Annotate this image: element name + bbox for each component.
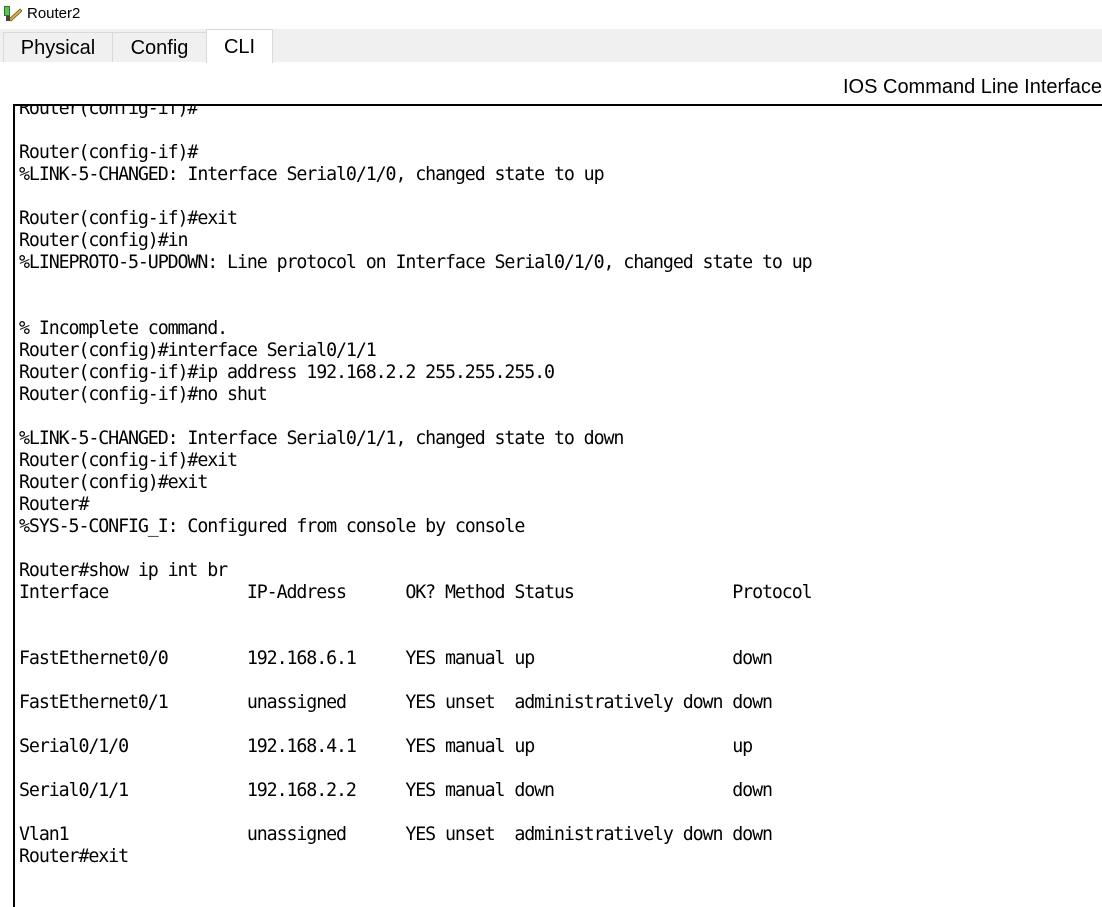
terminal-line: Router(config-if)#no shut bbox=[19, 384, 268, 405]
router-icon bbox=[4, 6, 22, 22]
terminal-output: Router(config-if)# Router(config-if)# %L… bbox=[19, 104, 813, 890]
terminal-line: Router(config)#exit bbox=[19, 472, 208, 493]
terminal-line: %LINK-5-CHANGED: Interface Serial0/1/0, … bbox=[19, 164, 605, 185]
terminal-line: Router(config)#interface Serial0/1/1 bbox=[19, 340, 377, 361]
terminal-line: Router#show ip int br bbox=[19, 560, 228, 581]
cli-heading: IOS Command Line Interface bbox=[842, 76, 1102, 98]
terminal-line: Interface IP-Address OK? Method Status P… bbox=[19, 582, 813, 603]
tab-physical[interactable]: Physical bbox=[3, 32, 113, 62]
cli-terminal[interactable]: Router(config-if)# Router(config-if)# %L… bbox=[13, 104, 1102, 907]
terminal-line: Serial0/1/1 192.168.2.2 YES manual down … bbox=[19, 780, 773, 801]
terminal-line: Router#exit bbox=[19, 846, 129, 867]
terminal-line: FastEthernet0/1 unassigned YES unset adm… bbox=[19, 692, 773, 713]
terminal-line: FastEthernet0/0 192.168.6.1 YES manual u… bbox=[19, 648, 773, 669]
terminal-line: %LINEPROTO-5-UPDOWN: Line protocol on In… bbox=[19, 252, 813, 273]
terminal-line: Router# bbox=[19, 494, 89, 515]
terminal-line: Router(config-if)# bbox=[19, 104, 198, 119]
window-title: Router2 bbox=[27, 5, 81, 22]
tab-bar: Physical Config CLI bbox=[0, 29, 1102, 63]
terminal-line: Router(config)#in bbox=[19, 230, 189, 251]
terminal-line: Router(config-if)# bbox=[19, 142, 198, 163]
tab-cli[interactable]: CLI bbox=[206, 29, 273, 63]
terminal-line: Router(config-if)#exit bbox=[19, 450, 238, 471]
router2-window: Router2 Physical Config CLI IOS Command … bbox=[0, 0, 1102, 907]
title-bar: Router2 bbox=[0, 0, 1102, 29]
terminal-line: %SYS-5-CONFIG_I: Configured from console… bbox=[19, 516, 525, 537]
cli-panel: IOS Command Line Interface Router(config… bbox=[0, 62, 1102, 907]
terminal-line: Router(config-if)#exit bbox=[19, 208, 238, 229]
terminal-line: %LINK-5-CHANGED: Interface Serial0/1/1, … bbox=[19, 428, 624, 449]
terminal-line: Router(config-if)#ip address 192.168.2.2… bbox=[19, 362, 555, 383]
terminal-line: Vlan1 unassigned YES unset administrativ… bbox=[19, 824, 773, 845]
terminal-line: Serial0/1/0 192.168.4.1 YES manual up up bbox=[19, 736, 753, 757]
tab-config[interactable]: Config bbox=[112, 32, 207, 62]
terminal-line: % Incomplete command. bbox=[19, 318, 228, 339]
